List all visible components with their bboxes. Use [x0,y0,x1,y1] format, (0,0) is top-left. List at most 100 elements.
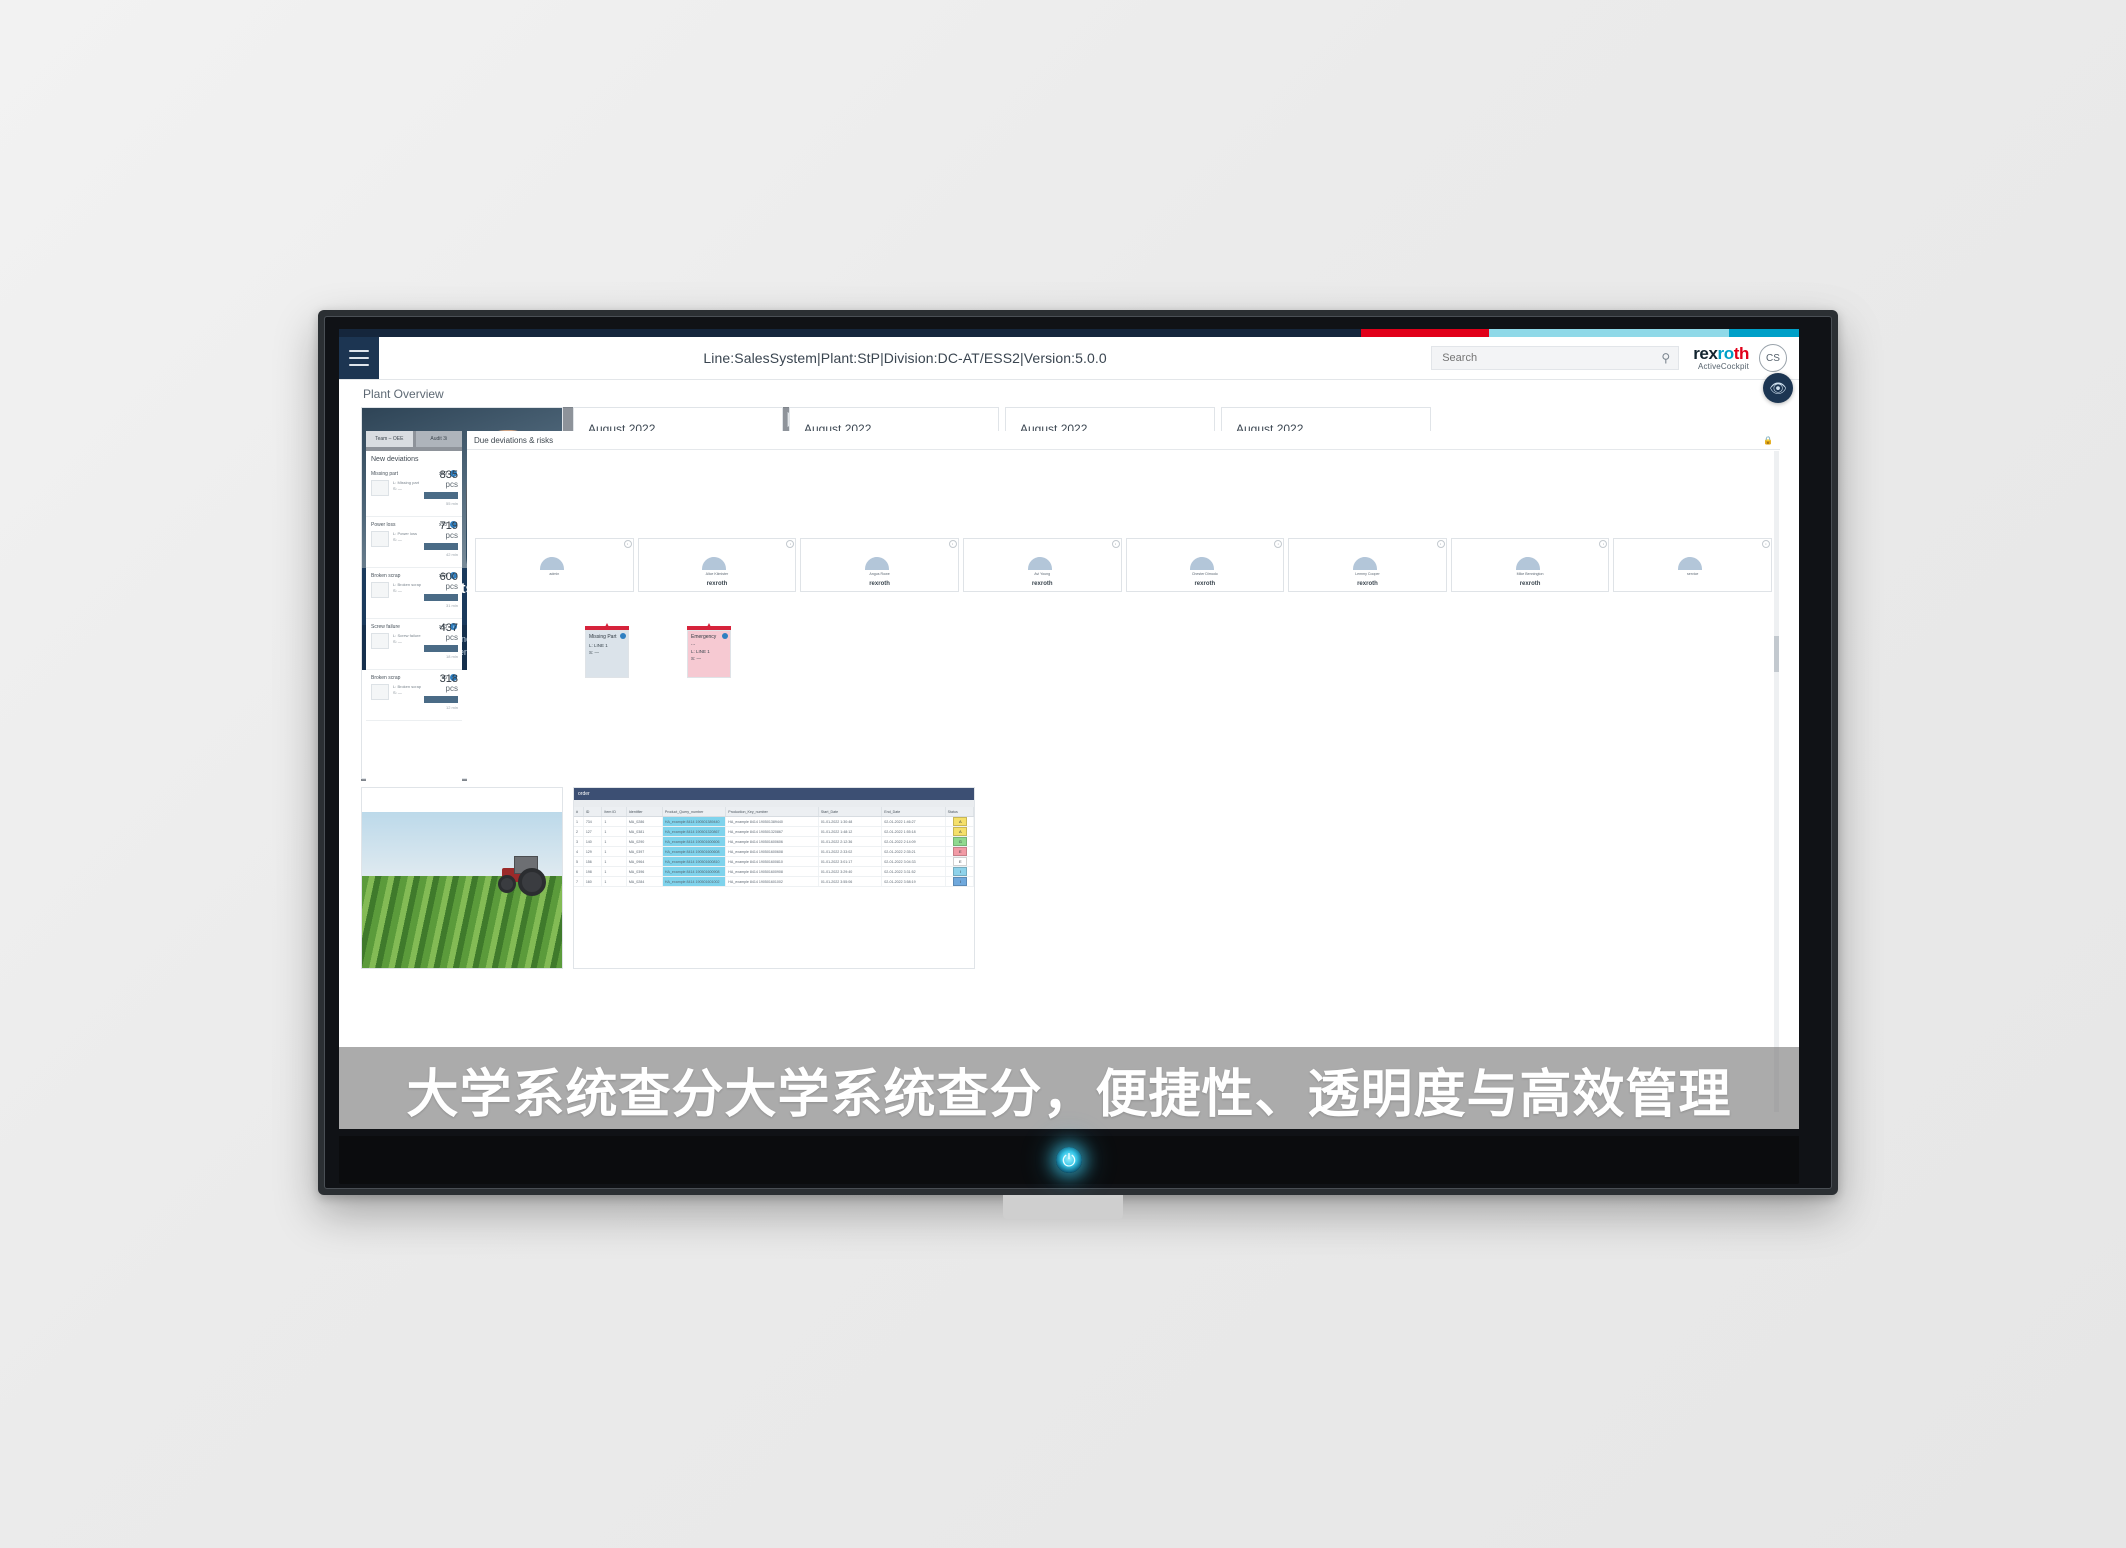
table-cell: 02-01-2022 3:04:33 [882,857,946,866]
table-cell: HA_example 8414 190501600608 [662,847,727,856]
table-row[interactable]: 7 160 1 MA_0284 HA_example 8414 190501601002… [574,877,974,887]
table-cell: 01-01-2022 3:55:06 [819,877,883,886]
sticky-note[interactable]: Emergency ... L: LINE 1 S: — [687,626,731,678]
table-column-header[interactable]: End_Date [882,807,946,816]
table-cell: MA_0284 [627,877,663,886]
table-cell: 02-01-2022 1:46:27 [882,817,946,826]
person-card[interactable]: i Chester Dimodo rexroth [1125,538,1285,592]
deviations-tabs[interactable]: Team – OEE Audit 3i [366,431,462,447]
deviation-progress [424,593,458,601]
table-cell: A [946,817,974,826]
board-scrollbar[interactable] [1774,451,1779,1112]
deviation-unit: pcs [445,531,458,540]
deviation-card[interactable]: Screw failure x43 i L: Screw failure S: —437… [366,619,462,670]
deviation-thumbnail [371,633,389,649]
user-avatar[interactable]: CS [1759,344,1787,372]
table-cell: A [946,827,974,836]
status-badge: E [953,857,968,866]
deviation-card[interactable]: Broken scrap x6 i L: Broken scrap S: —318 pcs… [366,670,462,721]
deviation-card[interactable]: Missing part x59 i L: Missing part S: —835 pc… [366,466,462,517]
person-badge-icon: i [1762,540,1770,548]
table-row[interactable]: 4 129 1 MA_0397 HA_example 8414 190501600608… [574,847,974,857]
table-cell: 01-01-2022 1:30:48 [819,817,883,826]
table-cell: 156 [584,857,603,866]
person-card[interactable]: i Avi Young rexroth [962,538,1122,592]
deviation-progress [424,491,458,499]
deviations-panel[interactable]: New deviations Missing part x59 i L: Missin… [366,451,462,1114]
tile-linie-panel[interactable]: ✎ ☷ + Linie 1 ☐ – Team – OEEAudit 3i [361,407,1780,1114]
person-card[interactable]: i Lemmy Cooper rexroth [1288,538,1447,592]
deviations-board[interactable]: Due deviations & risks 🔒 i admin i Alice Ki… [467,431,1780,1114]
table-column-header[interactable]: Start_Date [819,807,883,816]
table-row[interactable]: 3 140 1 MA_0290 HA_example 8414 190501600606… [574,837,974,847]
deviation-card[interactable]: Broken scrap x14 i L: Broken scrap S: —600 pc… [366,568,462,619]
search-icon[interactable]: ⚲ [1661,351,1670,365]
table-column-header[interactable]: Status [946,807,974,816]
breadcrumb: Plant Overview [363,387,444,401]
table-column-header[interactable]: Item ID [602,807,627,816]
note-meta: S: — [691,656,702,661]
table-cell: HA_example 8414 190501600908 [726,867,819,876]
overlay-text: 大学系统查分大学系统查分，便捷性、透明度与高效管理 [406,1065,1732,1125]
table-row[interactable]: 5 156 1 MA_0964 HA_example 8414 190501600810… [574,857,974,867]
deviation-card[interactable]: Power loss x58 i L: Power loss S: —719 pcs 42 … [366,517,462,568]
person-org: rexroth [869,581,890,587]
brand-wordmark: rexroth [1693,345,1749,362]
person-card[interactable]: i Mike Bennington rexroth [1450,538,1610,592]
table-row[interactable]: 1 734 1 MA_0286 HA_example 8414 190501389440… [574,817,974,827]
table-row[interactable]: 6 198 1 MA_0396 HA_example 8414 190501600908… [574,867,974,877]
brand-part-1: rex [1693,344,1718,363]
table-row[interactable]: 2 127 1 MA_0381 HA_example 8414 190501320867… [574,827,974,837]
sticky-note[interactable]: Missing Part L: LINE 1 S: — [585,626,629,678]
tile-orders-table[interactable]: order # ID Item ID Identifier Product_Query_… [573,787,975,969]
person-card[interactable]: i Angus Rowe rexroth [800,538,959,592]
person-card[interactable]: i admin [475,538,634,592]
board-scrollbar-thumb[interactable] [1774,636,1779,673]
person-badge-icon: i [1111,540,1120,548]
person-card[interactable]: i Alice Kilmister rexroth [637,538,797,592]
person-org: rexroth [1031,581,1053,587]
note-meta: S: — [589,649,600,655]
person-card[interactable]: i service [1613,538,1772,592]
table-cell: HA_example 8414 190501320867 [662,827,727,836]
deviation-thumbnail [371,684,389,700]
table-cell: 1 [602,877,627,886]
table-column-header[interactable]: # [574,807,584,816]
search-input[interactable] [1440,351,1662,365]
table-cell: 6 [574,867,584,876]
search-box[interactable]: ⚲ [1431,346,1680,370]
avatar [1129,542,1282,570]
table-horizontal-scrollbar[interactable] [574,800,974,807]
deviations-list: Missing part x59 i L: Missing part S: —835 pc… [366,466,462,721]
table-cell: 01-01-2022 2:12:36 [819,837,883,846]
power-icon[interactable]: ⏻ [1056,1147,1082,1173]
linie-body: Team – OEE Audit 3i New deviations Missin… [366,431,1780,1114]
deviation-progress [424,644,458,652]
table-column-header[interactable]: Identifier [627,807,663,816]
table-cell: 140 [584,837,603,846]
lock-icon[interactable]: 🔒 [1763,436,1773,445]
table-column-header[interactable]: Product_Query_number [663,807,727,816]
table-column-header[interactable]: ID [584,807,603,816]
deviation-unit: pcs [445,480,458,489]
tile-field-photo[interactable] [361,787,563,969]
table-column-header[interactable]: Production_Key_number [726,807,819,816]
table-cell: HA_example 8414 190501600608 [726,847,819,856]
deviation-note: 55 min [445,500,458,506]
deviations-tab[interactable]: Audit 3i [415,431,462,447]
application-header: Line:SalesSystem|Plant:StP|Division:DC-A… [339,337,1799,380]
table-cell: HA_example 8414 190501600810 [662,857,727,866]
table-cell: 01-01-2022 3:29:40 [819,867,883,876]
note-status-icon [722,633,728,639]
eye-icon[interactable]: 👁 [1763,373,1793,403]
deviations-header: New deviations [371,456,419,463]
status-badge: I [953,867,968,876]
table-cell: HA_example 8414 190501600606 [726,837,819,846]
hamburger-menu-icon[interactable] [339,337,379,379]
table-cell: 7 [574,877,584,886]
table-cell: MA_0286 [627,817,663,826]
deviation-value-group: 318 pcs 12 min [424,674,458,710]
table-cell: HA_example 8414 190501601002 [726,877,819,886]
avatar [1616,542,1769,570]
deviations-tab[interactable]: Team – OEE [366,431,413,447]
